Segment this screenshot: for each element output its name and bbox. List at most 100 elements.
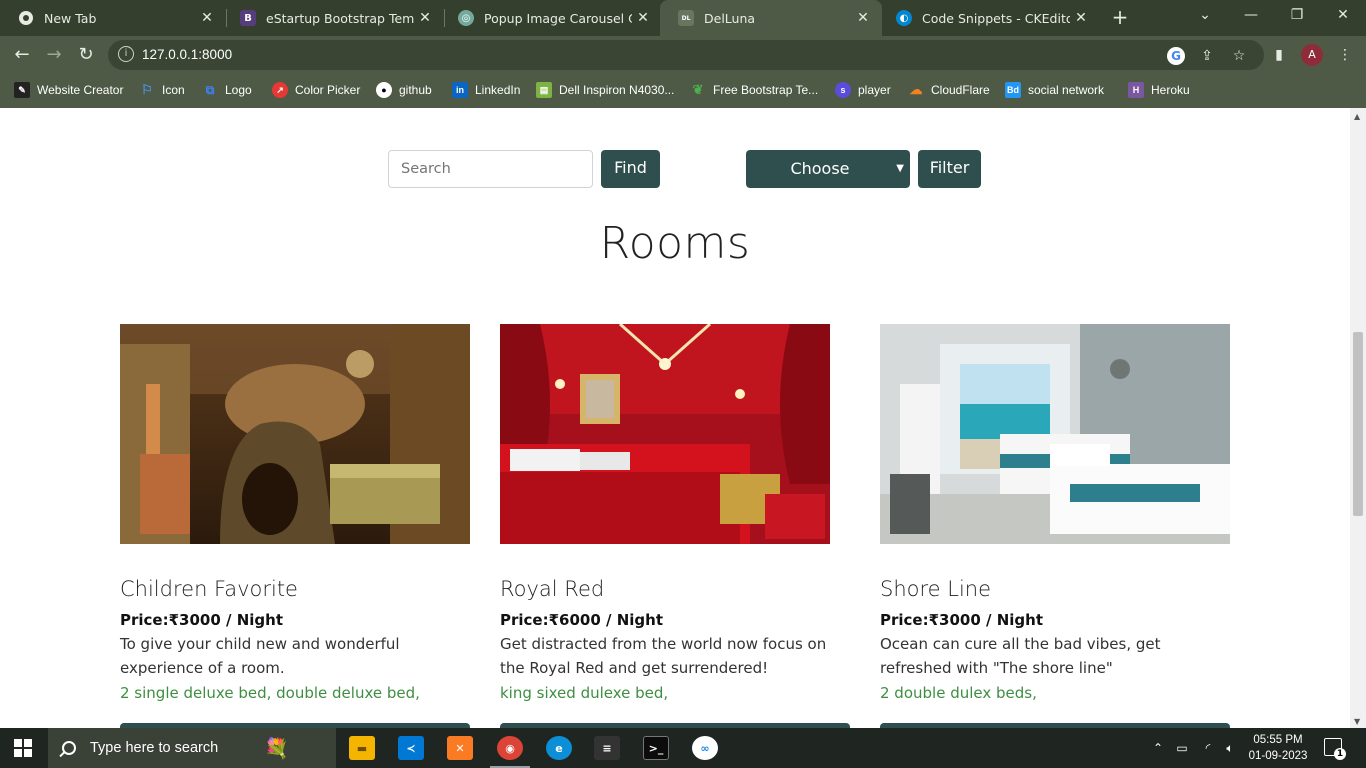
room-card: Children Favorite Price:₹3000 / Night To…	[120, 324, 470, 704]
close-icon[interactable]: ✕	[414, 10, 436, 26]
close-icon[interactable]: ✕	[1070, 10, 1092, 26]
bookmark-cloudflare[interactable]: ☁ CloudFlare	[908, 82, 990, 98]
bookmark-label: CloudFlare	[931, 83, 990, 97]
notification-badge: 1	[1334, 748, 1346, 760]
tab-ckeditor[interactable]: ◐ Code Snippets - CKEditor 4 D ✕	[878, 0, 1100, 36]
bootstrap-leaf-icon: ❦	[692, 82, 704, 97]
tab-title: eStartup Bootstrap Template	[266, 10, 414, 26]
bookmark-logo[interactable]: ⧉ Logo	[202, 82, 252, 98]
tab-title: Code Snippets - CKEditor 4 D	[922, 10, 1070, 26]
address-bar[interactable]: i 127.0.0.1:8000 G ⇪ ☆	[108, 40, 1264, 70]
linkedin-icon: in	[452, 82, 468, 98]
chevron-up-icon[interactable]: ⌃	[1150, 728, 1166, 768]
room-price: Price:₹6000 / Night	[500, 611, 663, 629]
room-card: Royal Red Price:₹6000 / Night Get distra…	[500, 324, 830, 704]
tab-search-button[interactable]: ⌄	[1182, 0, 1228, 32]
avatar[interactable]: A	[1301, 44, 1323, 66]
bookmark-label: Heroku	[1151, 83, 1190, 97]
volume-icon[interactable]: 🔈︎	[1220, 728, 1240, 768]
bookmark-label: Icon	[162, 83, 185, 97]
scroll-up-icon[interactable]: ▲	[1354, 112, 1360, 121]
tab-popup-carousel[interactable]: ◎ Popup Image Carousel Code ✕	[440, 0, 662, 36]
bookmark-label: Free Bootstrap Te...	[713, 83, 819, 97]
star-icon[interactable]: ☆	[1230, 47, 1248, 65]
windows-start-icon[interactable]	[14, 739, 32, 757]
tab-title: Popup Image Carousel Code	[484, 10, 632, 26]
bookmark-social-network[interactable]: Bd social network	[1005, 82, 1104, 98]
tab-delluna[interactable]: DL DelLuna ✕	[660, 0, 882, 36]
close-icon[interactable]: ✕	[632, 10, 654, 26]
bookmark-label: social network	[1028, 83, 1105, 97]
new-tab-button[interactable]: +	[1108, 6, 1132, 30]
bookmark-website-creator[interactable]: ✎ Website Creator	[14, 82, 123, 98]
taskbar-clock[interactable]: 05:55 PM 01-09-2023	[1246, 732, 1310, 764]
cloudflare-icon: ☁	[909, 82, 923, 97]
player-icon: s	[835, 82, 851, 98]
room-card: Shore Line Price:₹3000 / Night Ocean can…	[880, 324, 1230, 704]
bookmark-heroku[interactable]: H Heroku	[1128, 82, 1190, 98]
bookmark-player[interactable]: s player	[835, 82, 891, 98]
search-icon	[62, 741, 76, 755]
wifi-icon[interactable]: ◜	[1198, 728, 1218, 768]
room-title: Shore Line	[880, 577, 992, 601]
bookmark-icon[interactable]: ⚐ Icon	[139, 82, 185, 98]
tab-new-tab[interactable]: New Tab ✕	[0, 0, 226, 36]
room-description: Ocean can cure all the bad vibes, get re…	[880, 635, 1161, 677]
terminal-icon[interactable]: ≡	[594, 736, 620, 760]
sync-icon[interactable]: ∞	[692, 736, 718, 760]
battery-icon[interactable]: ▭	[1172, 728, 1192, 768]
tab-estartup[interactable]: B eStartup Bootstrap Template ✕	[222, 0, 444, 36]
share-icon[interactable]: ⇪	[1198, 47, 1216, 65]
back-button[interactable]: ←	[10, 43, 34, 67]
restore-button[interactable]: ❐	[1274, 0, 1320, 32]
bookmark-label: player	[858, 83, 891, 97]
flowers-icon: 💐	[264, 736, 290, 760]
xampp-icon[interactable]: ✕	[447, 736, 473, 760]
room-price: Price:₹3000 / Night	[120, 611, 283, 629]
bookmark-color-picker[interactable]: ↗ Color Picker	[272, 82, 360, 98]
close-icon[interactable]: ✕	[196, 10, 218, 26]
close-window-button[interactable]: ✕	[1320, 0, 1366, 32]
scrollbar-thumb[interactable]	[1353, 332, 1363, 516]
page-title: Rooms	[599, 218, 751, 269]
room-beds: 2 single deluxe bed, double deluxe bed,	[120, 684, 420, 702]
browser-tab-bar: New Tab ✕ B eStartup Bootstrap Template …	[0, 0, 1366, 36]
file-explorer-icon[interactable]: ▬	[349, 736, 375, 760]
filter-button[interactable]: Filter	[918, 150, 981, 188]
page-scrollbar[interactable]: ▲ ▼	[1350, 108, 1366, 728]
page-viewport: Find Choose ▼ Filter Rooms	[0, 108, 1350, 728]
bookmark-dell[interactable]: ▤ Dell Inspiron N4030...	[536, 82, 674, 98]
edge-icon[interactable]: e	[546, 736, 572, 760]
scroll-down-icon[interactable]: ▼	[1354, 717, 1360, 726]
info-icon[interactable]: i	[118, 46, 134, 62]
cmd-icon[interactable]: >_	[643, 736, 669, 760]
chrome-icon	[18, 10, 34, 26]
color-picker-icon: ↗	[272, 82, 288, 98]
room-description: To give your child new and wonderful exp…	[120, 635, 400, 677]
windows-taskbar: Type here to search 💐 ▬ ≺ ✕ ◉ e ≡ >_ ∞ ⌃…	[0, 728, 1366, 768]
vscode-icon[interactable]: ≺	[398, 736, 424, 760]
bookmark-linkedin[interactable]: in LinkedIn	[452, 82, 520, 98]
forward-button[interactable]: →	[42, 43, 66, 67]
minimize-button[interactable]: —	[1228, 0, 1274, 32]
google-icon[interactable]: G	[1167, 47, 1185, 65]
reload-button[interactable]: ↻	[74, 43, 98, 67]
heroku-icon: H	[1128, 82, 1144, 98]
bookmark-github[interactable]: ● github	[376, 82, 432, 98]
chrome-icon[interactable]: ◉	[497, 736, 523, 760]
menu-icon[interactable]: ⋮	[1334, 44, 1356, 66]
room-title: Royal Red	[500, 577, 605, 601]
choose-select[interactable]: Choose ▼	[746, 150, 910, 188]
find-button[interactable]: Find	[601, 150, 660, 188]
bookmark-label: Website Creator	[37, 83, 124, 97]
close-icon[interactable]: ✕	[852, 10, 874, 26]
bookmark-free-bootstrap[interactable]: ❦ Free Bootstrap Te...	[690, 82, 819, 98]
treehouse-room-photo	[120, 324, 470, 544]
bookmarks-bar: ✎ Website Creator ⚐ Icon ⧉ Logo ↗ Color …	[0, 74, 1366, 108]
room-description: Get distracted from the world now focus …	[500, 635, 827, 677]
room-beds: 2 double dulex beds,	[880, 684, 1037, 702]
side-panel-icon[interactable]: ▮	[1268, 44, 1290, 66]
logo-icon: ⧉	[205, 82, 215, 97]
search-input[interactable]	[388, 150, 593, 188]
taskbar-search[interactable]: Type here to search 💐	[48, 728, 336, 768]
